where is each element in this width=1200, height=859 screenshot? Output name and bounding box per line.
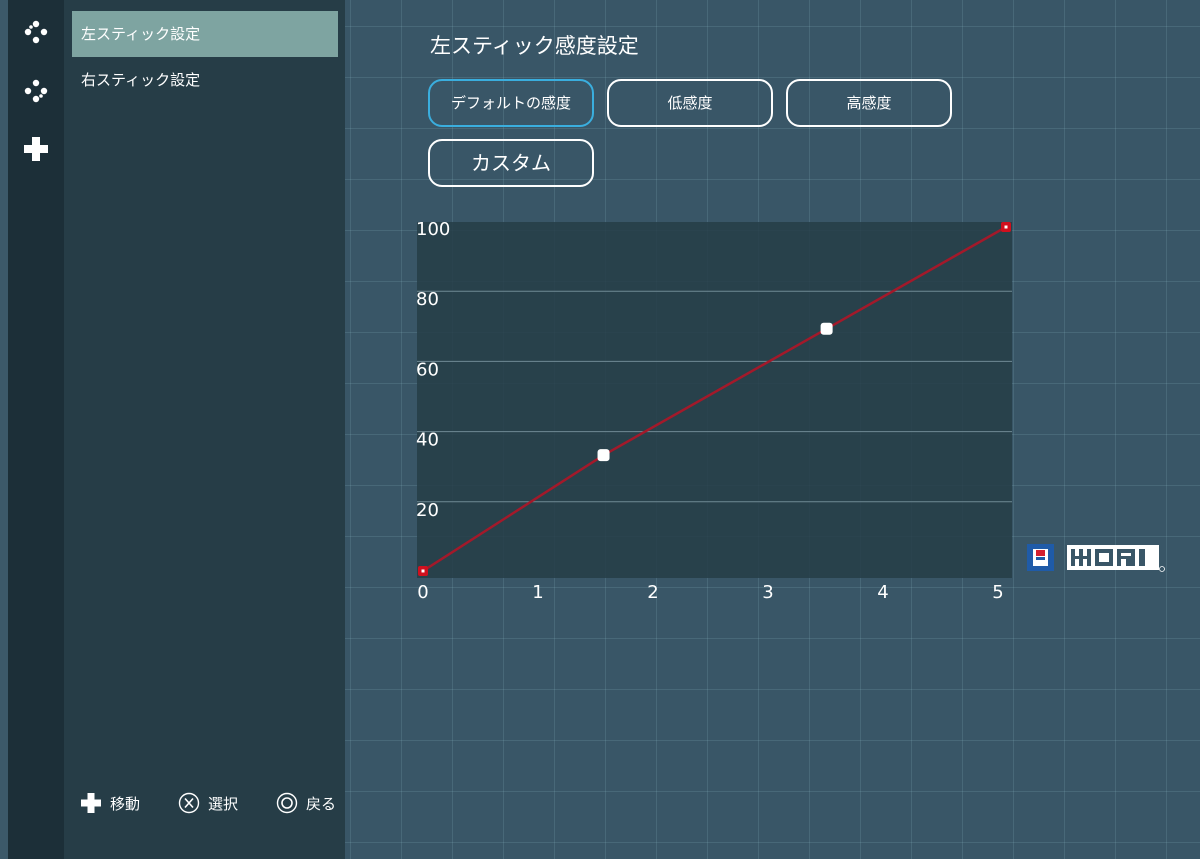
y-tick-label: 40 [416, 430, 439, 451]
menu-item-right-stick[interactable]: 右スティック設定 [72, 57, 338, 103]
back-hint: 戻る [276, 792, 336, 814]
x-tick-label: 1 [532, 582, 543, 603]
low-sensitivity-button[interactable]: 低感度 [607, 79, 773, 127]
left-stick-icon[interactable] [8, 14, 64, 50]
dpad-icon [81, 793, 101, 813]
y-tick-label: 20 [416, 500, 439, 521]
custom-button[interactable]: カスタム [428, 139, 594, 187]
select-hint-label: 選択 [208, 794, 239, 813]
x-tick-label: 5 [992, 582, 1003, 603]
footer-hints: 移動 選択 戻る [80, 790, 374, 816]
menu-item-label: 右スティック設定 [81, 71, 201, 89]
high-sensitivity-button[interactable]: 高感度 [786, 79, 952, 127]
y-tick-label: 80 [416, 289, 439, 310]
hori-logo [1027, 543, 1167, 573]
y-tick-label: 60 [416, 359, 439, 380]
back-hint-label: 戻る [306, 794, 337, 813]
left-edge-strip [0, 0, 8, 859]
select-hint: 選択 [178, 792, 238, 814]
circle-button-icon [276, 792, 298, 814]
x-tick-label: 2 [647, 582, 658, 603]
dpad-icon[interactable] [8, 131, 64, 167]
icon-rail [8, 0, 64, 859]
curve-control-point [597, 449, 610, 462]
sensitivity-curve-chart: 20 40 60 80 100 0 1 2 3 4 5 [416, 219, 1012, 603]
sidebar: 左スティック設定 右スティック設定 [64, 0, 345, 859]
curve-endpoint-center [1004, 225, 1008, 229]
x-tick-label: 4 [877, 582, 888, 603]
menu-item-label: 左スティック設定 [81, 25, 201, 43]
curve-control-point [820, 322, 833, 335]
x-tick-label: 3 [762, 582, 773, 603]
move-hint-label: 移動 [110, 794, 141, 813]
y-tick-label: 100 [416, 219, 450, 240]
x-button-icon [178, 792, 200, 814]
sensitivity-chart: 20 40 60 80 100 0 1 2 3 4 5 [410, 215, 1030, 610]
menu-item-left-stick[interactable]: 左スティック設定 [72, 11, 338, 57]
page-title: 左スティック感度設定 [430, 34, 639, 58]
move-hint: 移動 [80, 792, 140, 814]
right-stick-icon[interactable] [8, 73, 64, 109]
curve-endpoint-center [421, 569, 425, 573]
x-tick-label: 0 [417, 582, 428, 603]
default-sensitivity-button[interactable]: デフォルトの感度 [428, 79, 594, 127]
